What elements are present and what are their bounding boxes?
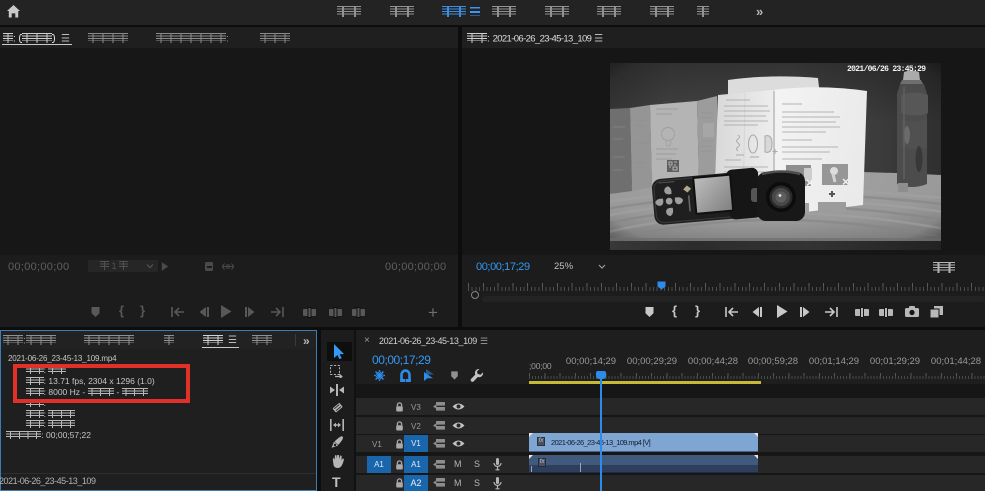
svg-text:2021/06/26 23:45:29: 2021/06/26 23:45:29 bbox=[847, 65, 926, 74]
